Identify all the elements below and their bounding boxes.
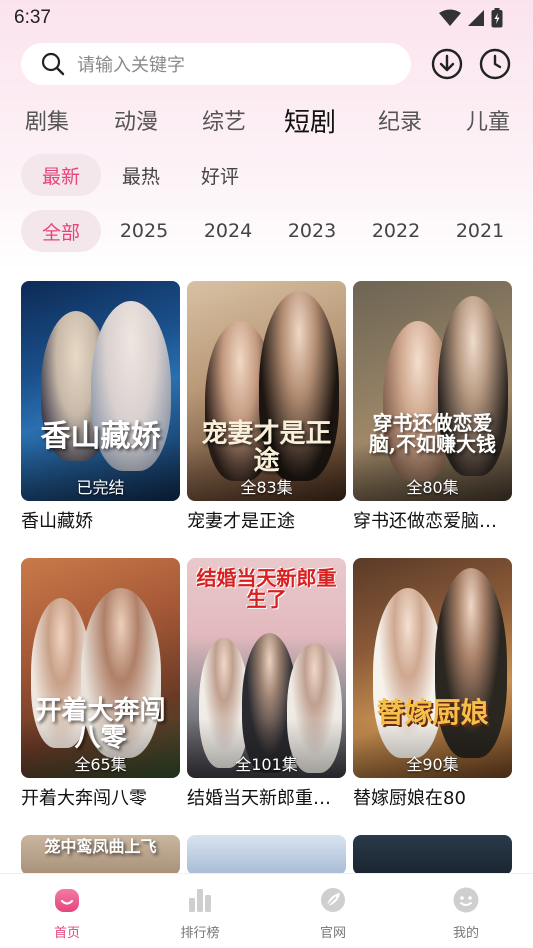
poster-title-art: 穿书还做恋爱脑,不如赚大钱 bbox=[369, 411, 496, 456]
show-poster[interactable]: 开着大奔闯八零 全65集 bbox=[21, 558, 180, 778]
poster-title-art: 香山藏娇 bbox=[40, 419, 161, 454]
leaf-icon bbox=[321, 888, 345, 912]
status-icons bbox=[439, 8, 503, 28]
show-poster[interactable]: 香山藏娇 已完结 bbox=[21, 281, 180, 501]
nav-official-site[interactable]: 官网 bbox=[293, 886, 373, 941]
show-card[interactable]: 宠妻才是正途 全83集 宠妻才是正途 bbox=[187, 281, 346, 533]
tab-short-drama[interactable]: 短剧 bbox=[284, 102, 336, 139]
show-poster[interactable]: 穿书还做恋爱脑,不如赚大钱 全80集 bbox=[353, 281, 512, 501]
show-title[interactable]: 宠妻才是正途 bbox=[187, 507, 346, 533]
show-title[interactable]: 替嫁厨娘在80 bbox=[353, 784, 512, 810]
search-icon bbox=[41, 52, 65, 76]
show-card[interactable]: 香山藏娇 已完结 香山藏娇 bbox=[21, 281, 180, 533]
year-filter-row: 全部 2025 2024 2023 2022 2021 bbox=[0, 210, 533, 252]
nav-official-site-label: 官网 bbox=[319, 926, 346, 941]
tab-series[interactable]: 剧集 bbox=[25, 104, 69, 136]
sort-filter-row: 最新 最热 好评 bbox=[0, 154, 533, 196]
show-title[interactable]: 开着大奔闯八零 bbox=[21, 784, 180, 810]
poster-title-art: 开着大奔闯八零 bbox=[35, 696, 166, 754]
signal-icon bbox=[468, 10, 484, 26]
sort-chip-top-rated[interactable]: 好评 bbox=[189, 154, 251, 196]
show-card[interactable]: 替嫁厨娘 全90集 替嫁厨娘在80 bbox=[353, 558, 512, 810]
show-title[interactable]: 香山藏娇 bbox=[21, 507, 180, 533]
bottom-nav: 首页 排行榜 官网 我的 bbox=[0, 873, 533, 948]
status-bar: 6:37 bbox=[0, 0, 533, 36]
poster-title-art: 宠妻才是正途 bbox=[201, 419, 332, 477]
year-chip-2024[interactable]: 2024 bbox=[197, 210, 259, 252]
search-placeholder: 请输入关键字 bbox=[77, 55, 185, 76]
poster-title-art: 笼中鸾凤曲上飞 bbox=[44, 837, 157, 856]
tab-kids[interactable]: 儿童 bbox=[466, 104, 510, 136]
show-poster[interactable] bbox=[353, 835, 512, 875]
episode-badge: 全80集 bbox=[406, 478, 459, 497]
nav-home[interactable]: 首页 bbox=[27, 886, 107, 941]
face-icon bbox=[453, 887, 479, 913]
year-chip-all[interactable]: 全部 bbox=[21, 210, 101, 252]
sort-chip-latest[interactable]: 最新 bbox=[21, 154, 101, 196]
home-icon bbox=[55, 889, 79, 912]
episode-badge: 全101集 bbox=[235, 755, 298, 774]
year-chip-2023[interactable]: 2023 bbox=[281, 210, 343, 252]
show-poster[interactable]: 替嫁厨娘 全90集 bbox=[353, 558, 512, 778]
clock-icon bbox=[479, 48, 511, 80]
search-row: 请输入关键字 bbox=[21, 43, 521, 85]
poster-title-art: 结婚当天新郎重生了 bbox=[196, 566, 337, 611]
nav-ranking[interactable]: 排行榜 bbox=[160, 886, 240, 941]
nav-profile[interactable]: 我的 bbox=[426, 886, 506, 941]
show-card[interactable]: 笼中鸾凤曲上飞 bbox=[21, 835, 180, 875]
show-card[interactable] bbox=[353, 835, 512, 875]
show-card[interactable]: 结婚当天新郎重生了 全101集 结婚当天新郎重… bbox=[187, 558, 346, 810]
bar-chart-icon bbox=[189, 889, 211, 912]
show-poster[interactable]: 结婚当天新郎重生了 全101集 bbox=[187, 558, 346, 778]
tab-anime[interactable]: 动漫 bbox=[114, 104, 158, 136]
show-card[interactable] bbox=[187, 835, 346, 875]
battery-icon bbox=[491, 8, 503, 28]
nav-home-label: 首页 bbox=[53, 926, 80, 941]
sort-chip-hottest[interactable]: 最热 bbox=[110, 154, 172, 196]
tab-variety[interactable]: 综艺 bbox=[202, 104, 246, 136]
show-poster[interactable] bbox=[187, 835, 346, 875]
show-title[interactable]: 穿书还做恋爱脑… bbox=[353, 507, 512, 533]
episode-badge: 全83集 bbox=[240, 478, 293, 497]
year-chip-2021[interactable]: 2021 bbox=[449, 210, 511, 252]
show-poster[interactable]: 笼中鸾凤曲上飞 bbox=[21, 835, 180, 875]
download-button[interactable] bbox=[431, 48, 463, 80]
episode-badge: 已完结 bbox=[76, 478, 125, 497]
wifi-icon bbox=[439, 9, 461, 26]
status-time: 6:37 bbox=[14, 7, 51, 28]
history-button[interactable] bbox=[479, 48, 511, 80]
tab-documentary[interactable]: 纪录 bbox=[378, 104, 422, 136]
episode-badge: 全90集 bbox=[406, 755, 459, 774]
year-chip-2022[interactable]: 2022 bbox=[365, 210, 427, 252]
show-card[interactable]: 开着大奔闯八零 全65集 开着大奔闯八零 bbox=[21, 558, 180, 810]
poster-title-art: 替嫁厨娘 bbox=[376, 696, 489, 729]
year-chip-2025[interactable]: 2025 bbox=[113, 210, 175, 252]
category-tabs: 剧集 动漫 综艺 短剧 纪录 儿童 bbox=[0, 100, 533, 140]
nav-ranking-label: 排行榜 bbox=[180, 926, 220, 941]
download-icon bbox=[431, 48, 463, 80]
nav-profile-label: 我的 bbox=[452, 926, 479, 941]
show-poster[interactable]: 宠妻才是正途 全83集 bbox=[187, 281, 346, 501]
episode-badge: 全65集 bbox=[74, 755, 127, 774]
show-card[interactable]: 穿书还做恋爱脑,不如赚大钱 全80集 穿书还做恋爱脑… bbox=[353, 281, 512, 533]
search-input[interactable]: 请输入关键字 bbox=[21, 43, 411, 85]
show-title[interactable]: 结婚当天新郎重… bbox=[187, 784, 346, 810]
